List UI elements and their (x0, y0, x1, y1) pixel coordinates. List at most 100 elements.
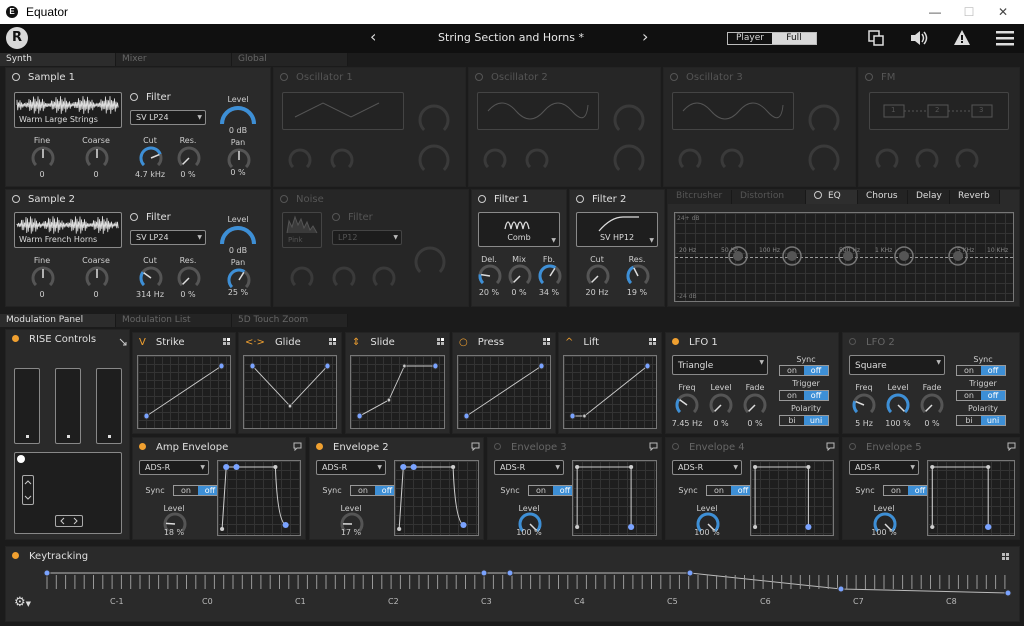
envelope-mode[interactable]: ADS-R (139, 460, 209, 475)
eq-band-node[interactable] (727, 245, 749, 267)
knob[interactable] (372, 266, 396, 293)
power-icon[interactable] (475, 73, 483, 81)
on-option[interactable]: on (780, 391, 804, 400)
res-knob[interactable] (626, 264, 650, 291)
on-option[interactable]: on (174, 486, 198, 495)
power-icon[interactable] (814, 191, 822, 199)
dimension-curve-editor[interactable] (243, 355, 337, 429)
rise-slider-3[interactable] (96, 368, 122, 444)
uni-option[interactable]: uni (804, 416, 828, 425)
eq-graph[interactable]: 24+ dB -24 dB 20 Hz 50 Hz 100 Hz 500 Hz 1 KH… (674, 212, 1014, 302)
maximize-button[interactable]: ☐ (952, 0, 986, 24)
filter1-type-selector[interactable]: Comb ▼ (478, 212, 560, 247)
gear-icon[interactable]: ⚙▼ (14, 595, 31, 610)
power-icon[interactable] (280, 73, 288, 81)
knob[interactable] (418, 104, 450, 139)
comment-icon[interactable] (293, 442, 302, 451)
options-icon[interactable] (543, 338, 551, 346)
lfo1-freq-knob[interactable] (675, 393, 699, 420)
mix-knob[interactable] (508, 264, 532, 291)
off-option[interactable]: off (981, 391, 1005, 400)
on-option[interactable]: on (957, 366, 981, 375)
envelope-sync-toggle[interactable]: on off (706, 485, 756, 496)
lfo2-freq-knob[interactable] (852, 393, 876, 420)
knob[interactable] (808, 144, 840, 179)
power-icon[interactable] (332, 213, 340, 221)
del-knob[interactable] (478, 264, 502, 291)
keytracking-curve[interactable] (6, 565, 1021, 623)
filter2-type-selector[interactable]: SV HP12 ▼ (576, 212, 658, 247)
keytracking-point[interactable] (43, 569, 51, 577)
lfo2-level-knob[interactable] (886, 393, 910, 420)
fine-knob[interactable] (31, 146, 55, 173)
close-button[interactable]: ✕ (986, 0, 1020, 24)
knob[interactable] (290, 266, 314, 293)
knob[interactable] (288, 148, 312, 175)
envelope-editor[interactable] (927, 460, 1015, 536)
eq-band-node[interactable] (781, 245, 803, 267)
fine-knob[interactable] (31, 266, 55, 293)
envelope-editor[interactable] (750, 460, 834, 536)
envelope-sync-toggle[interactable]: on off (173, 485, 223, 496)
lfo2-polarity-toggle[interactable]: bi uni (956, 415, 1006, 426)
cut-knob[interactable] (139, 266, 163, 293)
envelope-sync-toggle[interactable]: on off (350, 485, 400, 496)
knob[interactable] (720, 148, 744, 175)
keytracking-point[interactable] (1004, 589, 1012, 597)
cut-knob[interactable] (586, 264, 610, 291)
comment-icon[interactable] (471, 442, 480, 451)
power-icon[interactable] (865, 73, 873, 81)
lfo2-shape[interactable]: Square (849, 355, 945, 375)
power-icon[interactable] (576, 195, 584, 203)
knob[interactable] (330, 148, 354, 175)
oscillator3-wave[interactable] (672, 92, 794, 130)
sample1-waveform[interactable]: Warm Large Strings (14, 92, 122, 128)
vertical-stepper[interactable] (22, 475, 34, 505)
bi-option[interactable]: bi (957, 416, 981, 425)
sample2-filter-type[interactable]: SV LP24 (130, 230, 206, 245)
envelope-sync-toggle[interactable]: on off (528, 485, 578, 496)
lfo1-shape[interactable]: Triangle (672, 355, 768, 375)
power-icon[interactable] (12, 73, 20, 81)
comment-icon[interactable] (1007, 442, 1016, 451)
lfo2-trigger-toggle[interactable]: on off (956, 390, 1006, 401)
keytracking-point[interactable] (480, 569, 488, 577)
player-mode-button[interactable]: Player (728, 33, 772, 44)
knob[interactable] (613, 104, 645, 139)
tab-mixer[interactable]: Mixer (116, 53, 232, 66)
on-option[interactable]: on (707, 486, 731, 495)
uni-option[interactable]: uni (981, 416, 1005, 425)
envelope-mode[interactable]: ADS-R (316, 460, 386, 475)
knob[interactable] (418, 144, 450, 179)
on-option[interactable]: on (351, 486, 375, 495)
tab-reverb[interactable]: Reverb (950, 190, 1000, 204)
expand-icon[interactable] (119, 338, 127, 346)
envelope-mode[interactable]: ADS-R (672, 460, 742, 475)
lfo1-fade-knob[interactable] (743, 393, 767, 420)
power-icon[interactable] (280, 195, 288, 203)
eq-band-node[interactable] (947, 245, 969, 267)
prev-preset-button[interactable]: ‹ (370, 27, 376, 46)
sample2-waveform[interactable]: Warm French Horns (14, 212, 122, 248)
speaker-icon[interactable] (909, 29, 929, 49)
oscillator2-wave[interactable] (477, 92, 599, 130)
keytracking-point[interactable] (837, 585, 845, 593)
off-option[interactable]: off (804, 391, 828, 400)
power-icon[interactable] (670, 73, 678, 81)
rise-slider-1[interactable] (14, 368, 40, 444)
rise-xy-pad[interactable] (14, 452, 122, 534)
full-mode-button[interactable]: Full (772, 33, 816, 44)
horizontal-stepper[interactable] (55, 515, 83, 527)
coarse-knob[interactable] (85, 146, 109, 173)
tab-delay[interactable]: Delay (908, 190, 950, 204)
lfo2-fade-knob[interactable] (920, 393, 944, 420)
preset-name[interactable]: String Section and Horns * (400, 31, 622, 44)
eq-band-node[interactable] (837, 245, 859, 267)
resize-window-icon[interactable] (866, 29, 886, 49)
noise-color-selector[interactable]: Pink (282, 212, 322, 248)
menu-icon[interactable] (995, 29, 1015, 49)
tab-modulation-panel[interactable]: Modulation Panel (0, 314, 116, 327)
tab-distortion[interactable]: Distortion (732, 190, 806, 204)
dimension-curve-editor[interactable] (350, 355, 445, 429)
res-knob[interactable] (177, 146, 201, 173)
